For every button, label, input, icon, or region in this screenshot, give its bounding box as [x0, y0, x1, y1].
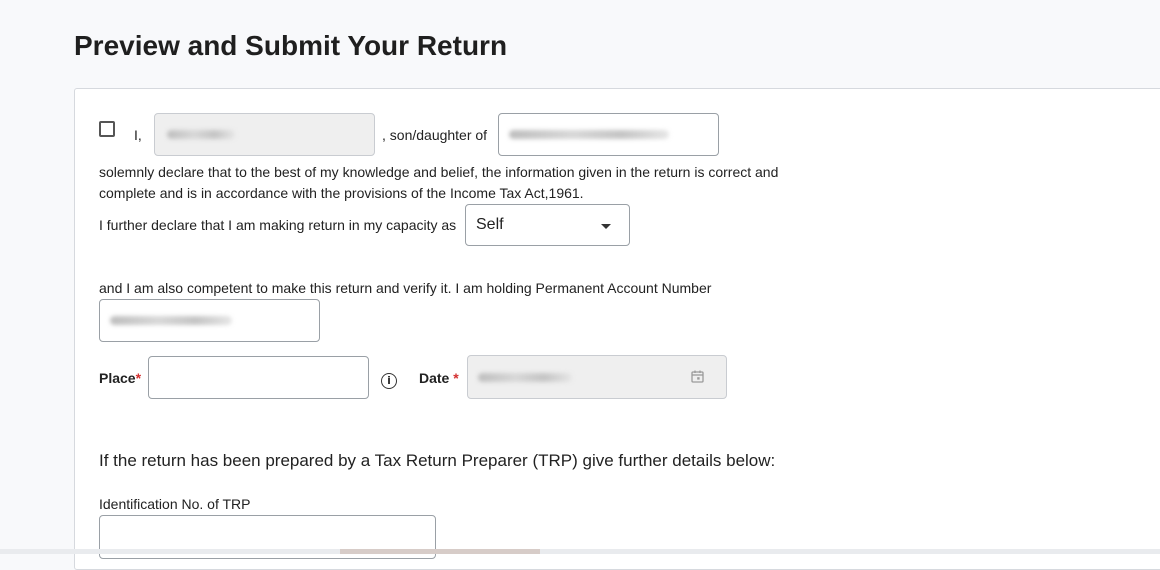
pan-field[interactable] — [99, 299, 320, 342]
date-field — [467, 355, 727, 399]
capacity-select[interactable]: Self — [465, 204, 630, 246]
son-daughter-label: , son/daughter of — [382, 127, 488, 143]
trp-id-label: Identification No. of TRP — [99, 496, 251, 512]
capacity-label: I further declare that I am making retur… — [99, 217, 457, 233]
declaration-text-line-1: solemnly declare that to the best of my … — [99, 164, 779, 180]
place-required-mark: * — [135, 370, 142, 386]
capacity-selected-value: Self — [476, 216, 504, 233]
date-required-mark: * — [453, 370, 459, 386]
bottom-strip — [0, 549, 1160, 554]
place-input[interactable] — [148, 356, 369, 399]
date-label: Date * — [419, 370, 459, 386]
page-title: Preview and Submit Your Return — [74, 30, 508, 61]
declaration-text-line-2: complete and is in accordance with the p… — [99, 185, 584, 201]
i-label: I, — [134, 127, 142, 143]
declaration-checkbox[interactable] — [99, 121, 115, 137]
chevron-down-icon — [601, 224, 611, 229]
assessee-name-field — [154, 113, 375, 156]
calendar-icon[interactable] — [691, 370, 704, 383]
competent-label: and I am also competent to make this ret… — [99, 280, 712, 296]
parent-name-field[interactable] — [498, 113, 719, 156]
place-label: Place* — [99, 370, 142, 386]
trp-heading: If the return has been prepared by a Tax… — [99, 451, 776, 470]
info-icon[interactable]: i — [381, 373, 397, 389]
